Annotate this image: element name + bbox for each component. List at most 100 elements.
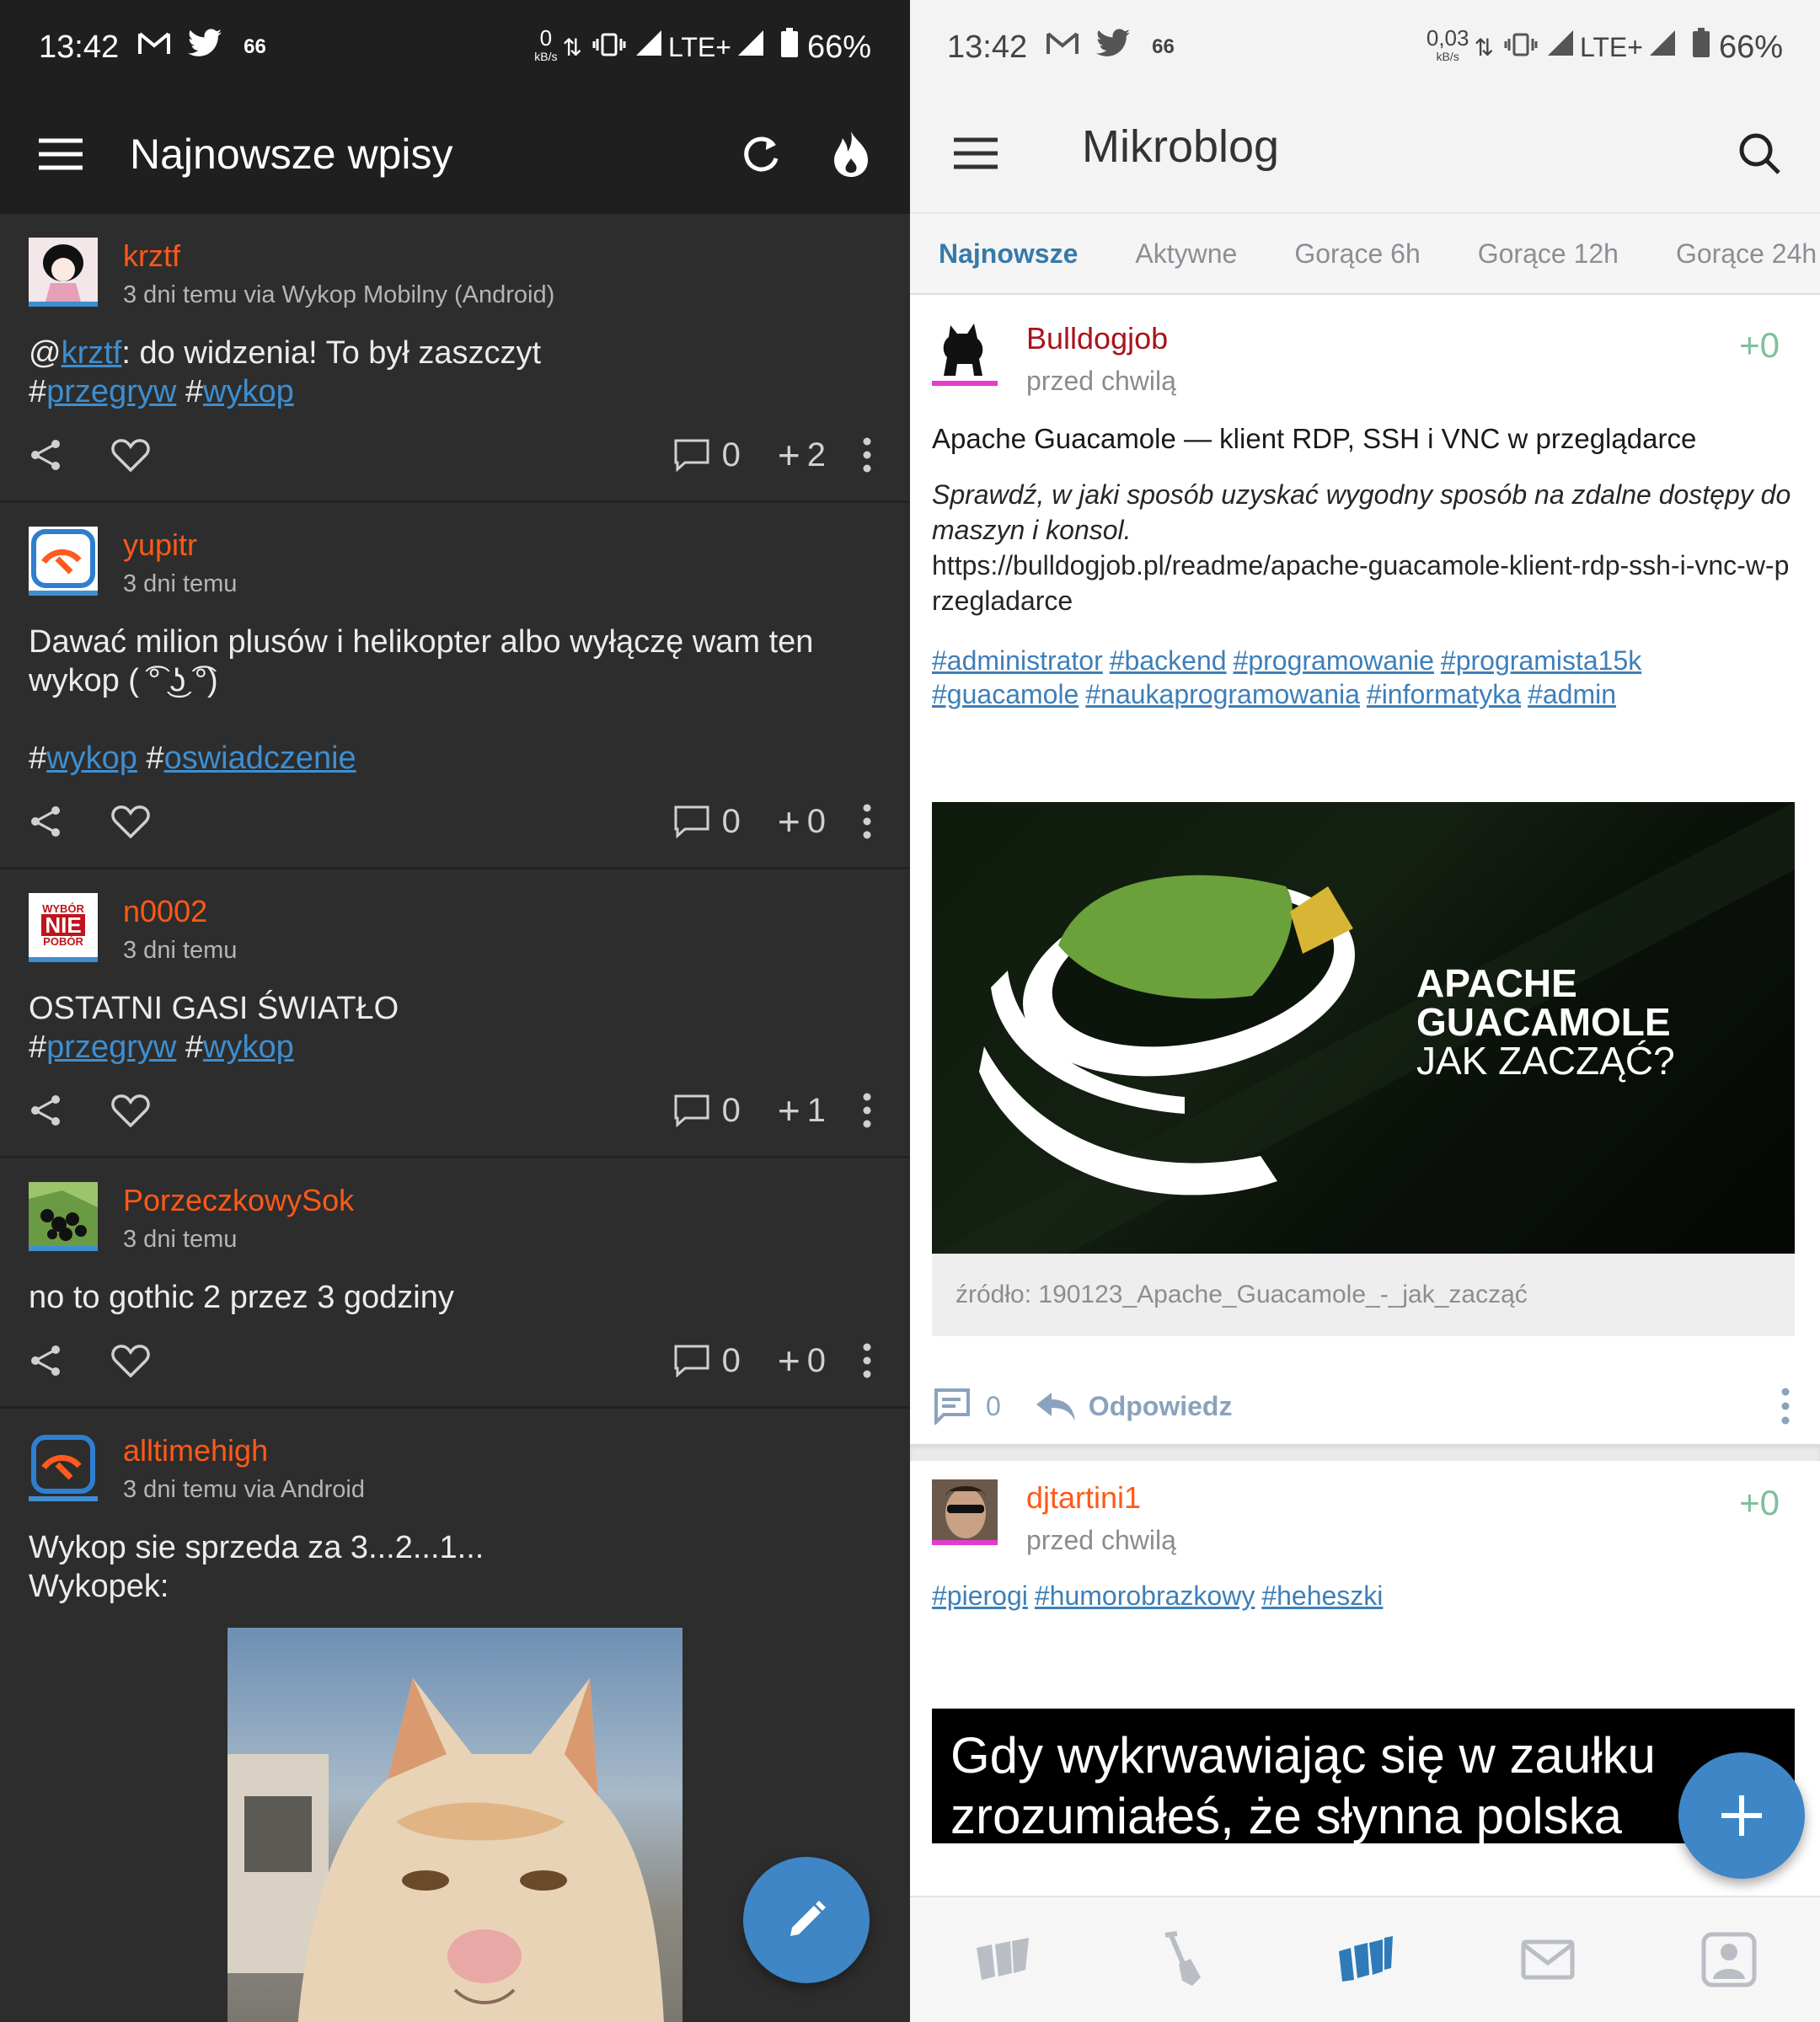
share-icon[interactable] [29,805,62,838]
bottom-navigation [910,1896,1820,2022]
plus-icon[interactable]: + [778,1088,800,1133]
entry-tags: #pierogi #humorobrazkowy #heheszki [932,1579,1798,1613]
nav-digger-shovel-icon[interactable] [1159,1930,1209,1989]
tab-gorace-24h[interactable]: Gorące 24h [1676,238,1817,270]
plus-icon[interactable]: + [778,799,800,844]
tab-najnowsze[interactable]: Najnowsze [939,238,1078,270]
tag-link[interactable]: przegryw [46,1030,176,1065]
tab-aktywne[interactable]: Aktywne [1135,238,1237,270]
entry-item[interactable]: PorzeczkowySok 3 dni temu no to gothic 2… [0,1158,910,1409]
author-nick[interactable]: Bulldogjob [1026,320,1176,357]
share-icon[interactable] [29,1344,62,1377]
tag-link[interactable]: #programista15k [1441,645,1641,676]
tag-link[interactable]: wykop [46,741,137,776]
more-vertical-icon[interactable] [1781,1388,1790,1425]
author-nick[interactable]: krztf [123,238,554,275]
vote-count: 0 [806,802,826,840]
battery-icon [780,28,799,67]
author-nick[interactable]: PorzeczkowySok [123,1182,354,1219]
mention-link[interactable]: krztf [62,335,122,371]
favorite-heart-icon[interactable] [111,1094,150,1127]
more-vertical-icon[interactable] [863,1343,871,1378]
vote-score[interactable]: +0 [1739,1483,1780,1523]
reply-icon[interactable] [1035,1389,1077,1423]
notif-count: 66 [1152,35,1175,58]
avatar[interactable] [29,1432,98,1501]
entry-actions: 0 + 0 [29,796,881,847]
nav-mikroblog-icon[interactable] [1336,1936,1394,1983]
author-nick[interactable]: djtartini1 [1026,1479,1176,1516]
entry-item[interactable]: WYBÓR NIE POBÓR n0002 3 dni temu OSTATNI… [0,869,910,1158]
comments-icon[interactable] [673,1344,710,1377]
search-icon[interactable] [1737,131,1781,175]
plus-icon[interactable]: + [778,1338,800,1383]
avatar[interactable]: WYBÓR NIE POBÓR [29,893,98,962]
entry-item[interactable]: Bulldogjob przed chwilą +0 Apache Guacam… [910,295,1820,1444]
more-vertical-icon[interactable] [863,804,871,839]
author-nick[interactable]: yupitr [123,527,237,564]
entry-url[interactable]: https://bulldogjob.pl/readme/apache-guac… [932,548,1798,618]
avatar[interactable] [29,527,98,596]
favorite-heart-icon[interactable] [111,1344,150,1377]
favorite-heart-icon[interactable] [111,805,150,838]
avatar[interactable] [932,320,998,386]
plus-icon[interactable]: + [778,432,800,478]
entry-image-cat[interactable] [228,1628,682,2022]
entry-item[interactable]: krztf 3 dni temu via Wykop Mobilny (Andr… [0,214,910,503]
hamburger-menu-icon[interactable] [39,137,83,171]
tag-link[interactable]: oswiadczenie [164,741,356,776]
twitter-icon [188,29,222,66]
tag-link[interactable]: #guacamole [932,679,1079,709]
status-bar: 13:42 66 0,03 kB/s ⇅ LTE+ 66% [910,0,1820,94]
net-speed: 0 kB/s [534,25,558,63]
new-entry-fab[interactable] [1678,1752,1805,1879]
vote-count: 1 [806,1091,826,1129]
tag-link[interactable]: #backend [1110,645,1227,676]
notif-count: 66 [244,35,266,58]
nav-profile-icon[interactable] [1701,1932,1757,1987]
hot-fire-icon[interactable] [831,130,871,179]
entry-image-guacamole[interactable]: APACHE GUACAMOLE JAK ZACZĄĆ? [932,802,1795,1254]
hamburger-menu-icon[interactable] [954,136,998,170]
new-entry-fab[interactable] [743,1857,870,1983]
tag-link[interactable]: #admin [1528,679,1616,709]
comments-icon[interactable] [932,1388,971,1425]
entry-item[interactable]: yupitr 3 dni temu Dawać milion plusów i … [0,503,910,869]
avatar[interactable] [29,238,98,307]
nav-messages-mail-icon[interactable] [1521,1939,1575,1980]
refresh-icon[interactable] [740,133,782,175]
tag-link[interactable]: przegryw [46,374,176,409]
comments-icon[interactable] [673,438,710,472]
entry-image-meme[interactable]: Gdy wykrwawiając się w zaułku zrozumiałe… [932,1709,1795,1843]
battery-level: 66% [806,29,871,65]
favorite-heart-icon[interactable] [111,438,150,472]
vote-score[interactable]: +0 [1739,325,1780,366]
tab-gorace-12h[interactable]: Gorące 12h [1478,238,1619,270]
comments-icon[interactable] [673,805,710,838]
comments-icon[interactable] [673,1094,710,1127]
page-title: Mikroblog [1082,121,1280,172]
tag-link[interactable]: wykop [203,374,294,409]
app-bar: Najnowsze wpisy [0,94,910,214]
entry-item[interactable]: djtartini1 przed chwilą +0 #pierogi #humo… [910,1461,1820,1843]
share-icon[interactable] [29,1094,62,1127]
entry-body: OSTATNI GASI ŚWIATŁO #przegryw #wykop [29,991,399,1065]
tag-link[interactable]: wykop [203,1030,294,1065]
nav-wykop-home-icon[interactable] [973,1936,1032,1983]
tag-link[interactable]: #informatyka [1367,679,1521,709]
share-icon[interactable] [29,438,62,472]
tab-gorace-6h[interactable]: Gorące 6h [1294,238,1420,270]
reply-button[interactable]: Odpowiedz [1089,1391,1233,1422]
tag-link[interactable]: #administrator [932,645,1103,676]
tag-link[interactable]: #programowanie [1234,645,1434,676]
avatar[interactable] [932,1479,998,1545]
tag-link[interactable]: #heheszki [1261,1581,1383,1611]
author-nick[interactable]: n0002 [123,893,237,930]
tag-link[interactable]: #pierogi [932,1581,1028,1611]
author-nick[interactable]: alltimehigh [123,1432,365,1469]
more-vertical-icon[interactable] [863,1093,871,1128]
tag-link[interactable]: #humorobrazkowy [1035,1581,1255,1611]
more-vertical-icon[interactable] [863,437,871,473]
avatar[interactable] [29,1182,98,1251]
tag-link[interactable]: #naukaprogramowania [1085,679,1360,709]
